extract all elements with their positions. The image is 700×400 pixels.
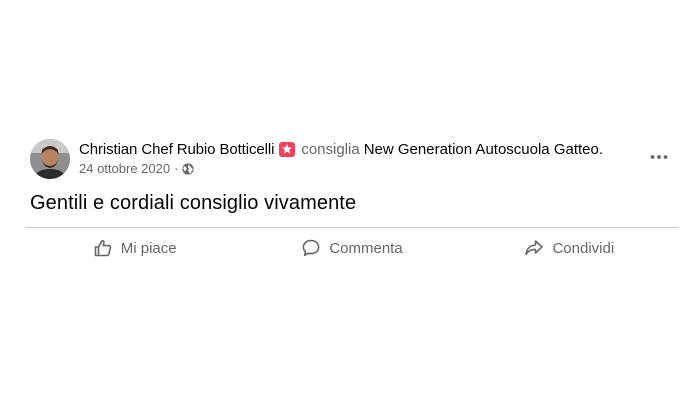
author-name-link[interactable]: Christian Chef Rubio Botticelli <box>79 140 274 159</box>
avatar[interactable] <box>30 139 70 179</box>
comment-label: Commenta <box>329 239 403 257</box>
recommendation-post: Christian Chef Rubio Botticelli consigli… <box>0 0 700 400</box>
recommends-text: consiglia <box>301 141 360 158</box>
share-label: Condividi <box>552 239 615 257</box>
thumbs-up-icon <box>93 238 113 258</box>
share-button[interactable]: Condividi <box>461 232 678 264</box>
post-header: Christian Chef Rubio Botticelli consigli… <box>30 138 680 180</box>
like-label: Mi piace <box>120 239 177 257</box>
comment-icon <box>301 238 321 258</box>
page-name-link[interactable]: New Generation Autoscuola Gatteo. <box>364 140 603 159</box>
more-options-icon[interactable] <box>648 146 670 168</box>
star-badge-icon <box>279 142 296 157</box>
separator-dot: · <box>174 161 179 176</box>
post-subline: 24 ottobre 2020 · <box>79 161 603 177</box>
share-icon <box>524 238 544 258</box>
header-line: Christian Chef Rubio Botticelli consigli… <box>79 140 603 159</box>
comment-button[interactable]: Commenta <box>243 232 460 264</box>
post-text: Gentili e cordiali consiglio vivamente <box>30 192 357 214</box>
post-date-link[interactable]: 24 ottobre 2020 <box>79 161 170 177</box>
post-actions: Mi piace Commenta Condividi <box>26 232 678 264</box>
divider <box>26 227 678 228</box>
post-meta: Christian Chef Rubio Botticelli consigli… <box>79 140 603 177</box>
globe-icon <box>182 163 195 175</box>
like-button[interactable]: Mi piace <box>26 232 243 264</box>
